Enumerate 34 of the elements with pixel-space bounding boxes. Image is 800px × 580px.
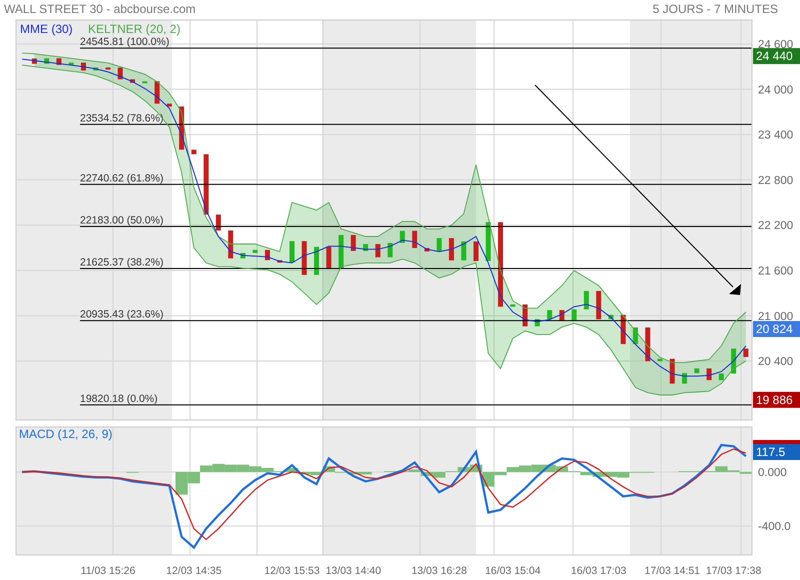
price-tag-label: 20 824 — [756, 322, 793, 336]
axis-tick-label: 22 800 — [758, 174, 794, 187]
axis-tick-label: 21 000 — [758, 310, 794, 323]
price-tag-label: 19 886 — [756, 392, 793, 407]
time-axis-label: 12/03 15:53 — [264, 565, 320, 577]
time-axis-label: 16/03 17:03 — [570, 565, 626, 577]
time-axis-label: 17/03 14:51 — [644, 565, 700, 577]
fibonacci-level-label: 21625.37 (38.2%) — [80, 256, 164, 269]
fibonacci-level-label: 22740.62 (61.8%) — [80, 172, 164, 184]
time-axis-label: 11/03 15:26 — [80, 565, 136, 577]
value-tag-label: 117.5 — [756, 445, 786, 459]
time-axis-label: 17/03 17:38 — [706, 565, 762, 577]
legend-label: MME (30) — [20, 22, 73, 36]
fibonacci-level-label: 23534.52 (78.6%) — [80, 112, 164, 124]
legend-label: KELTNER (20, 2) — [88, 22, 180, 36]
legend-label: MACD (12, 26, 9) — [19, 427, 112, 441]
axis-tick-label: 0.000 — [758, 466, 787, 479]
axis-tick-label: 24 000 — [758, 84, 794, 96]
fibonacci-level-label: 19820.18 (0.0%) — [80, 392, 158, 405]
fibonacci-level-label: 20935.43 (23.6%) — [80, 308, 164, 321]
time-axis-label: 13/03 14:40 — [326, 565, 382, 577]
axis-tick-label: -400.0 — [758, 520, 791, 533]
period-label[interactable]: 5 JOURS - 7 MINUTES — [652, 2, 778, 16]
fibonacci-level-label: 24545.81 (100.0%) — [80, 36, 170, 48]
fibonacci-level-label: 22183.00 (50.0%) — [80, 214, 164, 226]
price-tag-label: 24 440 — [756, 49, 793, 64]
axis-tick-label: 21 600 — [758, 265, 794, 278]
time-axis-label: 12/03 14:35 — [166, 565, 222, 577]
axis-tick-label: 23 400 — [758, 130, 794, 142]
axis-tick-label: 22 200 — [758, 220, 794, 232]
time-axis-label: 16/03 15:04 — [485, 565, 541, 577]
axis-tick-label: 20 400 — [758, 356, 794, 368]
chart-title: WALL STREET 30 - abcbourse.com — [4, 2, 196, 16]
time-axis-label: 13/03 16:28 — [411, 565, 467, 577]
